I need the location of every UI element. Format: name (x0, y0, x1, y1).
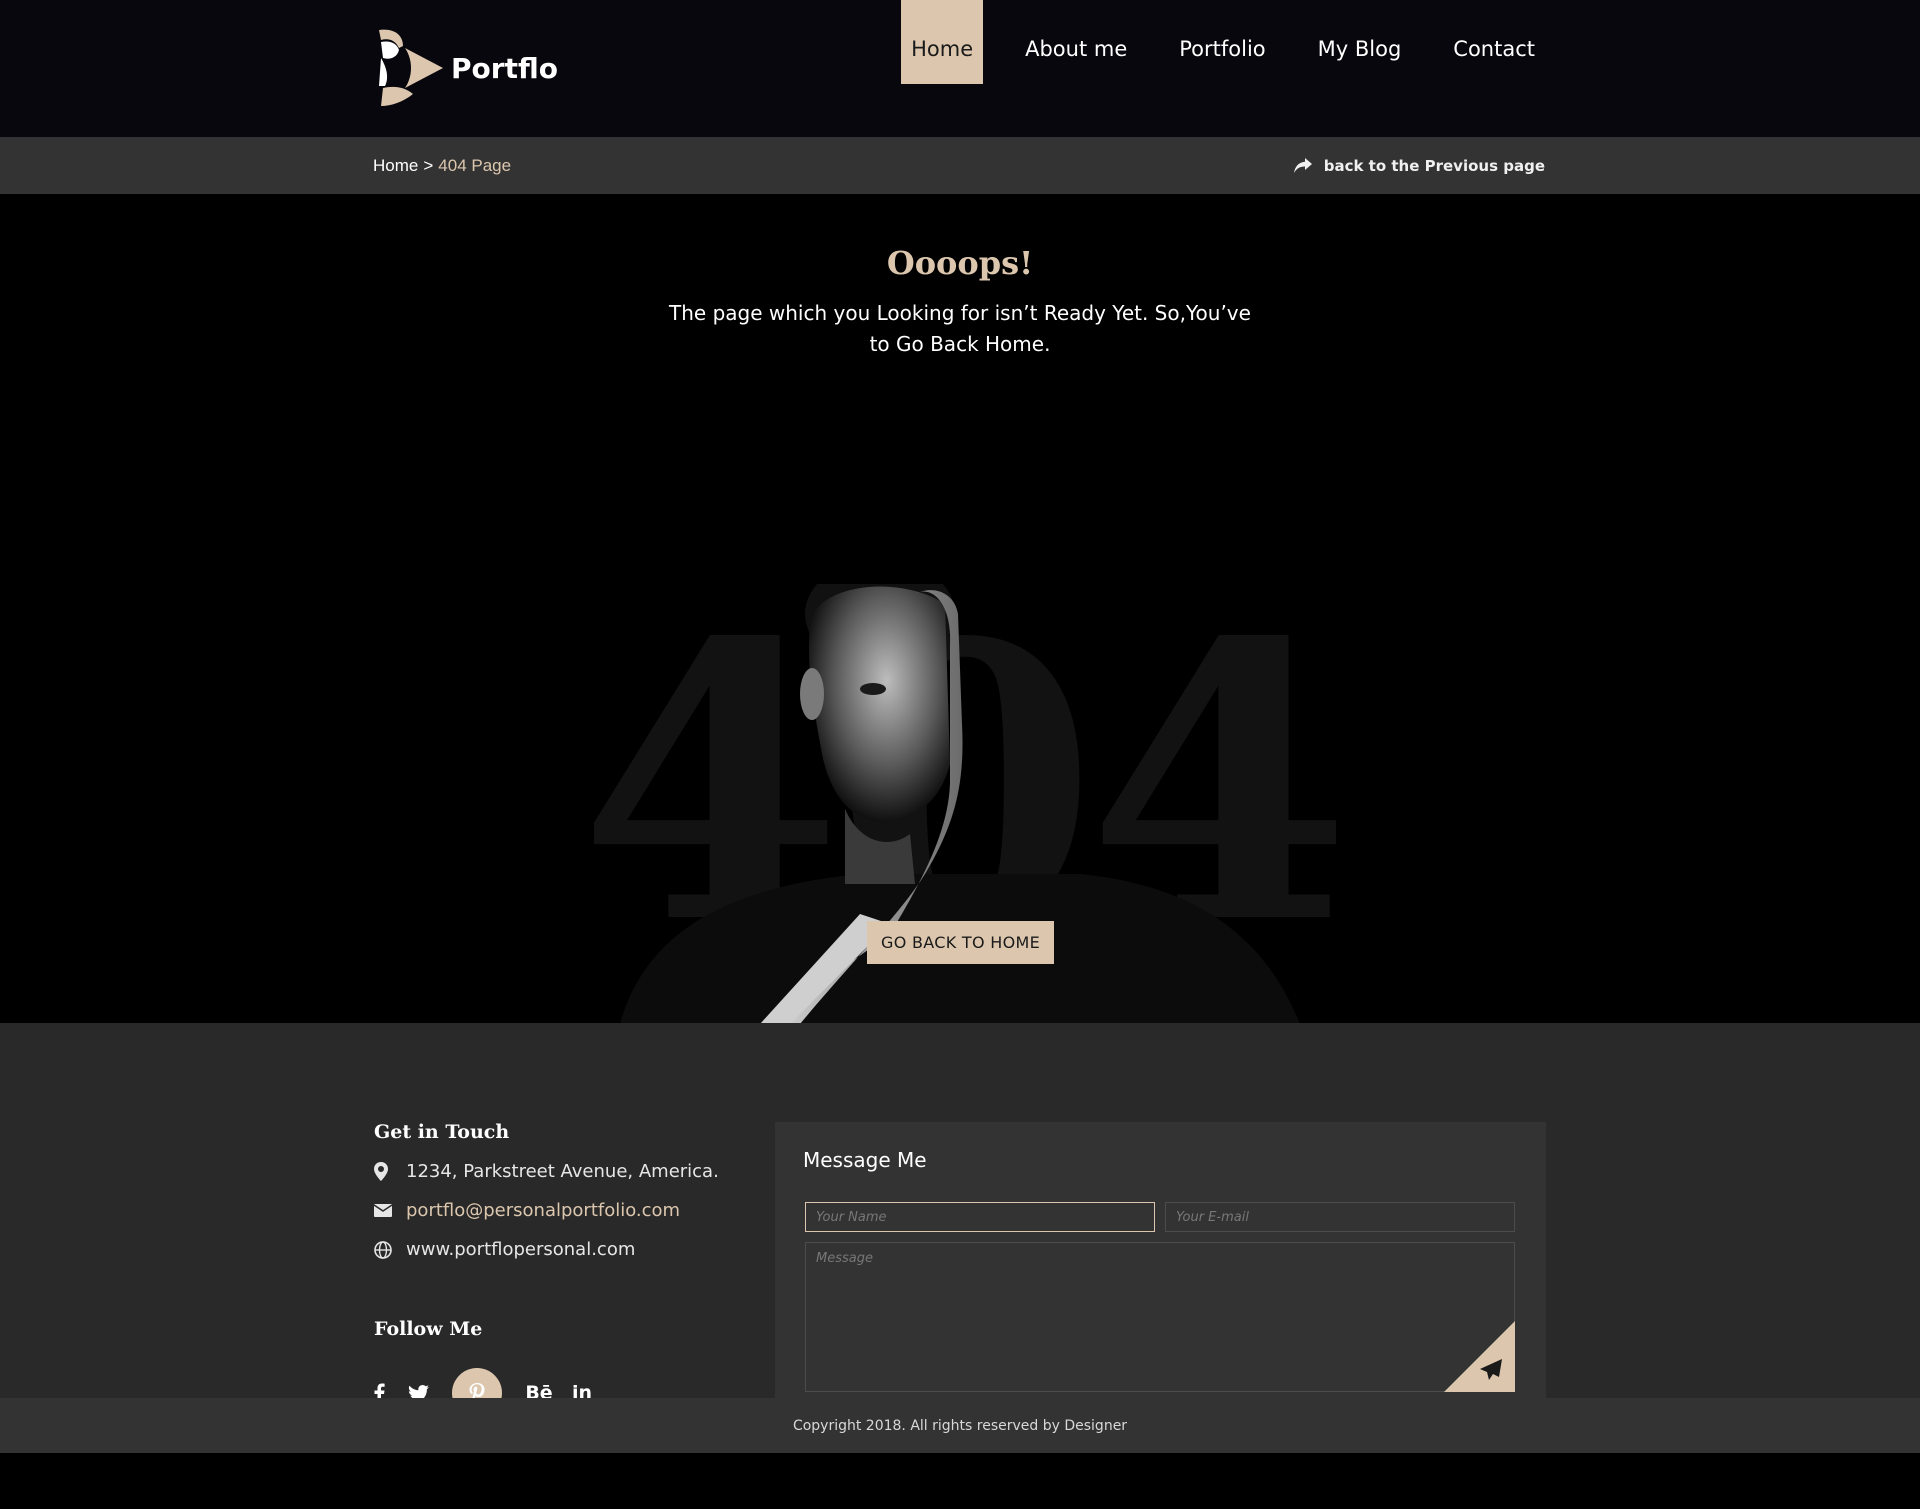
contact-info: Get in Touch 1234, Parkstreet Avenue, Am… (374, 1121, 719, 1418)
nav-portfolio[interactable]: Portfolio (1169, 0, 1275, 84)
message-form-title: Message Me (803, 1148, 927, 1172)
site-header: Portflo Home About me Portfolio My Blog … (0, 0, 1920, 137)
message-form: Message Me Your Name Your E-mail Message (775, 1122, 1546, 1422)
globe-icon (374, 1240, 392, 1259)
nav-contact[interactable]: Contact (1443, 0, 1545, 84)
logo[interactable]: Portflo (373, 28, 558, 108)
logo-text: Portflo (451, 51, 558, 85)
email-link[interactable]: portflo@personalportfolio.com (406, 1200, 680, 1221)
breadcrumb-bar: Home > 404 Page back to the Previous pag… (0, 137, 1920, 194)
email-input[interactable]: Your E-mail (1165, 1202, 1515, 1232)
get-in-touch-heading: Get in Touch (374, 1121, 510, 1143)
copyright-bar: Copyright 2018. All rights reserved by D… (0, 1398, 1920, 1453)
breadcrumb: Home > 404 Page (373, 137, 511, 194)
nav-home[interactable]: Home (901, 0, 984, 84)
error-title: Oooops! (886, 244, 1034, 282)
error-hero: 404 Oooops! The page which you Looking f… (0, 194, 1920, 1023)
logo-mark-icon (379, 29, 443, 106)
address-text: 1234, Parkstreet Avenue, America. (406, 1161, 719, 1182)
nav-about[interactable]: About me (1015, 0, 1137, 84)
name-input[interactable]: Your Name (805, 1202, 1155, 1232)
website-row: www.portflopersonal.com (374, 1239, 719, 1260)
back-to-previous-link[interactable]: back to the Previous page (1293, 137, 1545, 194)
share-arrow-icon (1293, 157, 1312, 173)
location-pin-icon (374, 1162, 388, 1181)
breadcrumb-home[interactable]: Home (373, 156, 418, 176)
go-back-home-button[interactable]: GO BACK TO HOME (867, 921, 1054, 964)
follow-me-heading: Follow Me (374, 1318, 483, 1340)
send-button[interactable] (1444, 1321, 1515, 1392)
back-link-label: back to the Previous page (1323, 156, 1545, 175)
main-nav: Home About me Portfolio My Blog Contact (901, 0, 1545, 137)
envelope-icon (374, 1204, 392, 1217)
breadcrumb-current: 404 Page (438, 155, 512, 175)
message-textarea[interactable]: Message (805, 1242, 1515, 1392)
site-footer: Get in Touch 1234, Parkstreet Avenue, Am… (0, 1023, 1920, 1453)
website-link[interactable]: www.portflopersonal.com (406, 1239, 635, 1260)
address-row: 1234, Parkstreet Avenue, America. (374, 1161, 719, 1182)
nav-blog[interactable]: My Blog (1308, 0, 1412, 84)
error-message: The page which you Looking for isn’t Rea… (669, 301, 1251, 356)
email-row: portflo@personalportfolio.com (374, 1200, 719, 1221)
breadcrumb-separator: > (423, 155, 434, 175)
